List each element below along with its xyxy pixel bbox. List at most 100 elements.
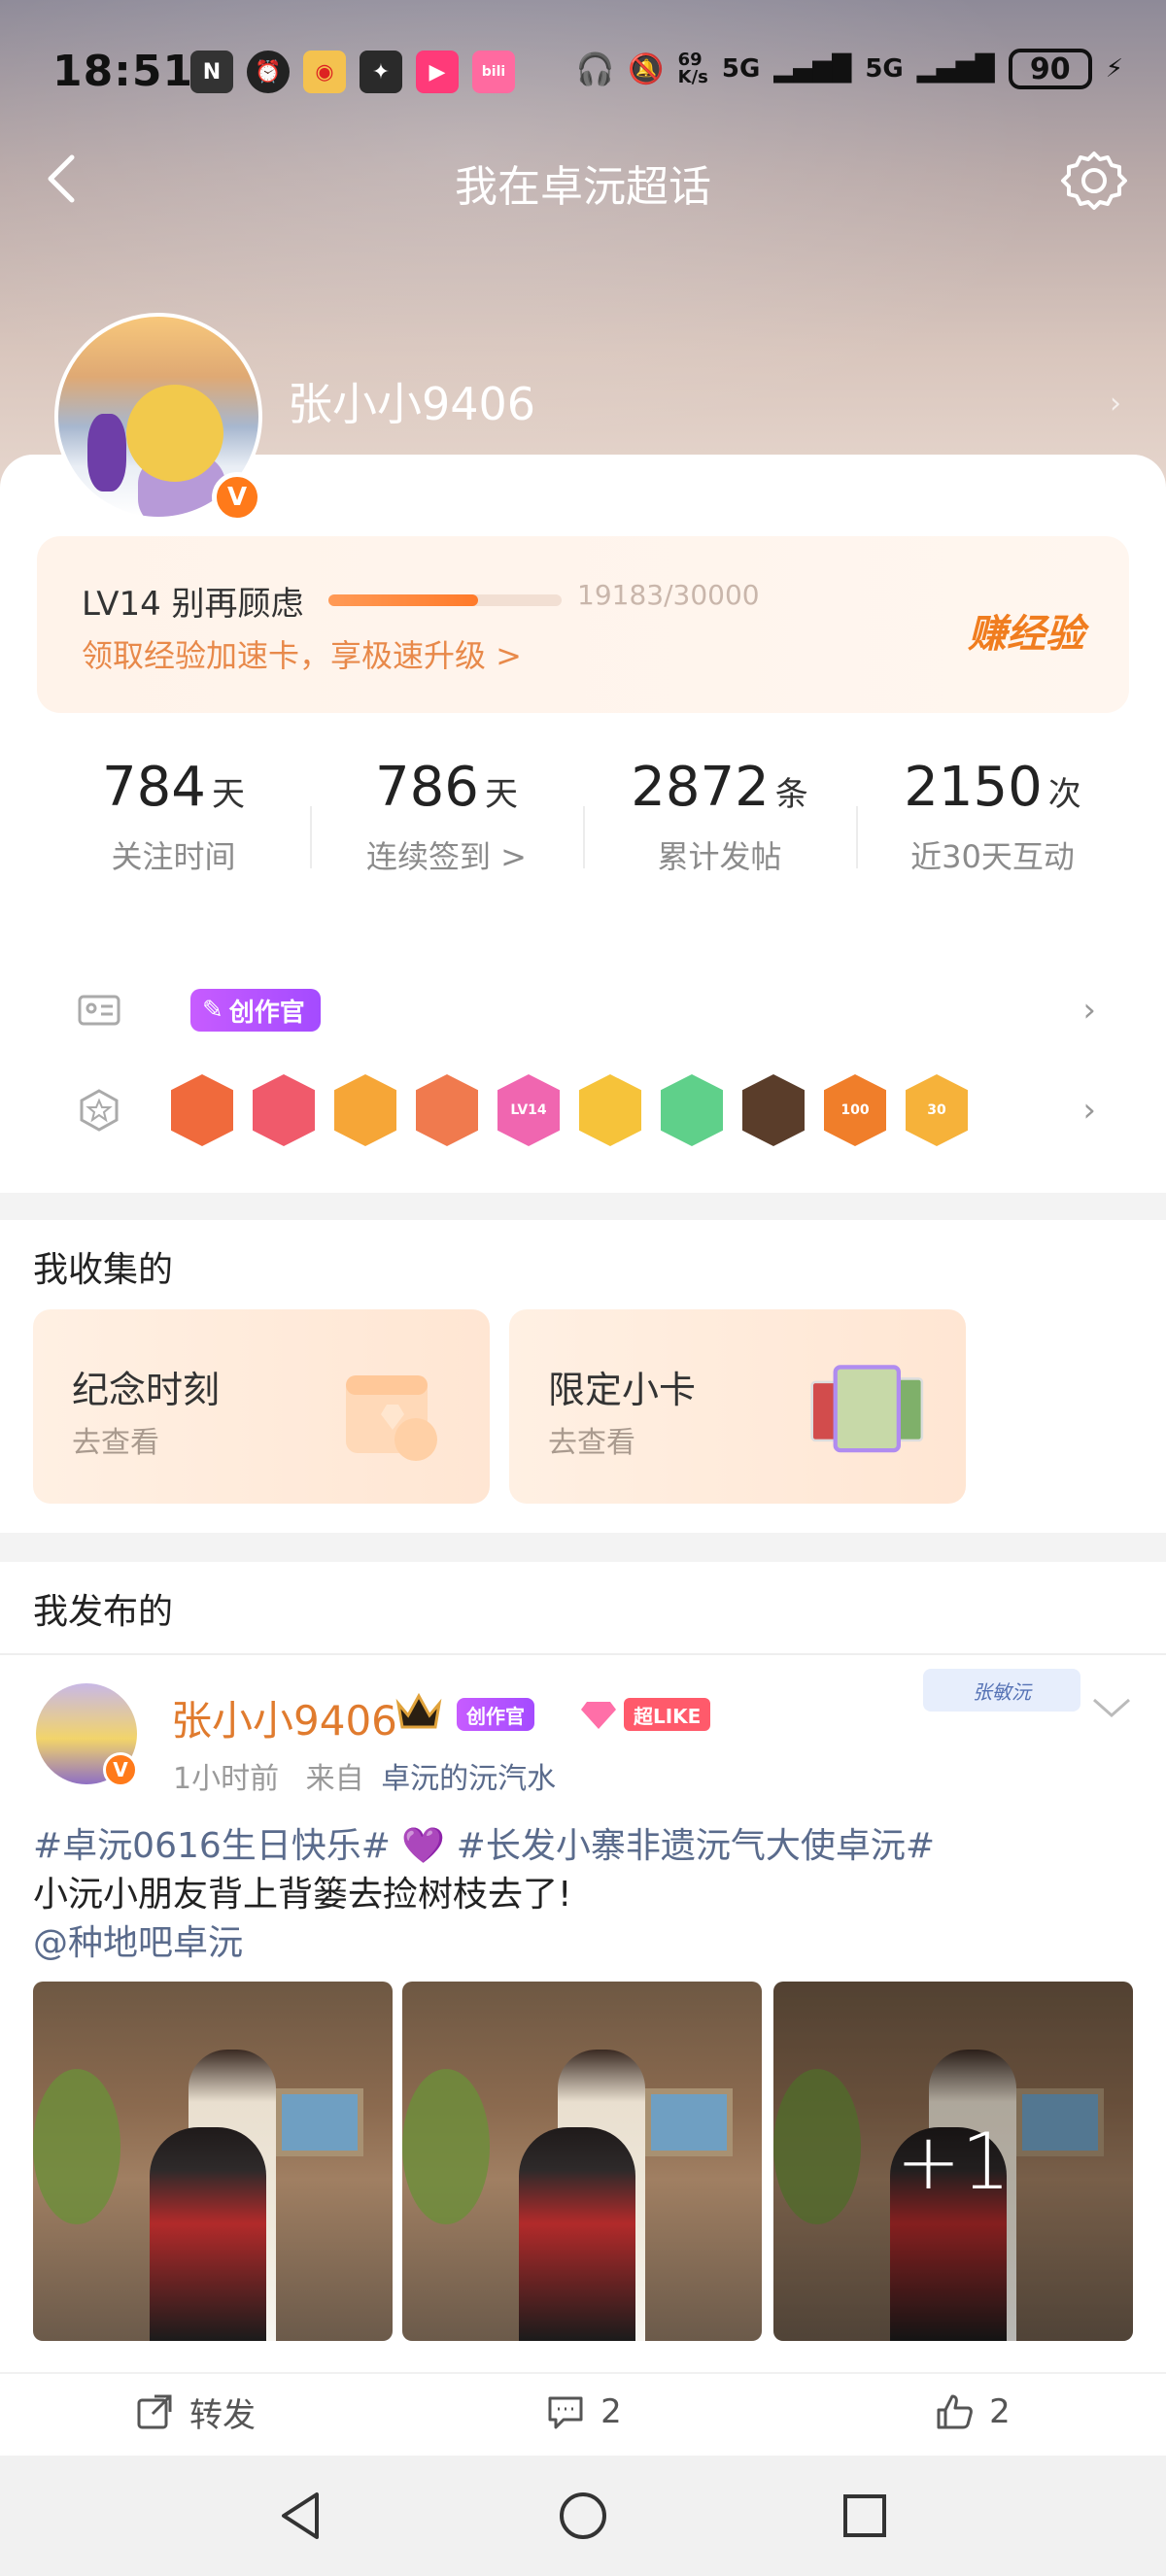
photo-figure-2 bbox=[519, 2127, 635, 2341]
card-subtitle: 去查看 bbox=[548, 1426, 635, 1460]
stats-row: 784 天 关注时间 786 天 连续签到 > 2872 条 累计发帖 2150 次 近… bbox=[37, 756, 1129, 901]
medal-list: LV14 100 30 bbox=[171, 1074, 968, 1146]
stat-unit: 天 bbox=[484, 775, 518, 814]
nav-home-icon[interactable] bbox=[554, 2487, 612, 2545]
stat-value: 2150 bbox=[904, 756, 1043, 819]
mute-icon: 🔕 bbox=[628, 51, 665, 86]
post-actions: 转发 2 2 bbox=[0, 2372, 1166, 2450]
bilibili-icon: bili bbox=[472, 51, 515, 93]
like-button[interactable]: 2 bbox=[777, 2374, 1166, 2450]
signal-5g-2: 5G bbox=[865, 54, 904, 84]
divider bbox=[0, 1653, 1166, 1655]
stat-unit: 条 bbox=[774, 775, 808, 814]
photo-leaves bbox=[402, 2069, 490, 2224]
status-right: 🎧 🔕 69 K/s 5G ▂▄▆█ 5G ▂▄▆█ 90 ⚡ bbox=[575, 49, 1123, 89]
system-nav-bar bbox=[0, 2456, 1166, 2576]
post-body: #卓沅0616生日快乐# 💜 #长发小寨非遗沅气大使卓沅# 小沅小朋友背上背篓去… bbox=[33, 1822, 1141, 1968]
page-title: 我在卓沅超话 bbox=[455, 162, 711, 212]
medal-badge bbox=[334, 1074, 396, 1146]
limited-cards-card[interactable]: 限定小卡 去查看 bbox=[509, 1309, 966, 1504]
nav-recents-icon[interactable] bbox=[836, 2487, 894, 2545]
signal-bars-icon-2: ▂▄▆█ bbox=[916, 54, 995, 84]
photo-leaves bbox=[33, 2069, 120, 2224]
verified-badge: V bbox=[212, 472, 262, 523]
photo-window bbox=[276, 2088, 363, 2156]
card-title: 限定小卡 bbox=[548, 1369, 697, 1411]
post-mention[interactable]: @种地吧卓沅 bbox=[33, 1919, 1141, 1968]
medal-badge: 30 bbox=[906, 1074, 968, 1146]
medal-badge bbox=[742, 1074, 805, 1146]
network-speed: 69 K/s bbox=[677, 50, 708, 87]
status-time: 18:51 bbox=[52, 47, 194, 96]
stat-total-posts: 2872 条 累计发帖 bbox=[583, 756, 856, 901]
headphones-icon: 🎧 bbox=[575, 51, 615, 87]
photo-window bbox=[645, 2088, 733, 2156]
gear-icon bbox=[1061, 152, 1127, 210]
more-photos-overlay: +1 bbox=[773, 1982, 1133, 2341]
comment-button[interactable]: 2 bbox=[389, 2374, 777, 2450]
post-time: 1小时前 bbox=[173, 1762, 280, 1796]
verified-badge: V bbox=[103, 1752, 138, 1787]
chevron-right-icon: › bbox=[1082, 1091, 1096, 1130]
video-app-icon: ▶ bbox=[416, 51, 459, 93]
medal-badge bbox=[416, 1074, 478, 1146]
post-source[interactable]: 卓沅的沅汽水 bbox=[381, 1762, 556, 1796]
level-label: LV14 别再顾虑 bbox=[82, 585, 304, 624]
badges-card: ✎ 创作官 › LV14 100 30 › bbox=[37, 944, 1129, 1164]
chevron-down-icon[interactable] bbox=[1090, 1694, 1133, 1721]
stat-unit: 天 bbox=[211, 775, 245, 814]
nav-back-icon[interactable] bbox=[272, 2487, 330, 2545]
chevron-right-icon: › bbox=[1082, 991, 1096, 1030]
card-subtitle: 去查看 bbox=[72, 1426, 159, 1460]
medals-row[interactable]: LV14 100 30 › bbox=[76, 1067, 1096, 1154]
level-progress-bar bbox=[328, 594, 562, 606]
post-photo-2[interactable] bbox=[402, 1982, 762, 2341]
comment-count: 2 bbox=[600, 2392, 622, 2431]
charging-icon: ⚡ bbox=[1105, 54, 1123, 84]
stat-checkin-days[interactable]: 786 天 连续签到 > bbox=[310, 756, 583, 901]
signal-bars-icon: ▂▄▆█ bbox=[773, 54, 852, 84]
post-from-label: 来自 bbox=[305, 1762, 364, 1796]
settings-button[interactable] bbox=[1059, 146, 1129, 216]
medal-badge bbox=[579, 1074, 641, 1146]
stat-interactions: 2150 次 近30天互动 bbox=[856, 756, 1129, 901]
level-exp-text: 19183/30000 bbox=[577, 579, 760, 611]
my-posts-section: 我发布的 V 张小小9406 创作官 超LIKE 1小时前 来自 卓沅的沅汽水 … bbox=[0, 1562, 1166, 2456]
stat-value: 786 bbox=[375, 756, 479, 819]
post-photo-1[interactable] bbox=[33, 1982, 393, 2341]
notification-icons: N ⏰ ◉ ✦ ▶ bili bbox=[190, 51, 515, 93]
chevron-right-icon[interactable]: › bbox=[1110, 387, 1121, 421]
repost-icon bbox=[137, 2394, 172, 2429]
signal-5g-1: 5G bbox=[721, 54, 761, 84]
post-photo-3[interactable]: +1 bbox=[773, 1982, 1133, 2341]
top-nav: 我在卓沅超话 bbox=[0, 136, 1166, 223]
identity-row[interactable]: ✎ 创作官 › bbox=[76, 985, 1096, 1035]
medal-badge bbox=[661, 1074, 723, 1146]
crown-icon bbox=[395, 1692, 442, 1729]
like-count: 2 bbox=[989, 2392, 1011, 2431]
level-card[interactable]: LV14 别再顾虑 19183/30000 领取经验加速卡，享极速升级 > 赚经… bbox=[37, 536, 1129, 713]
photo-cards-icon bbox=[810, 1365, 924, 1453]
collection-section: 我收集的 纪念时刻 去查看 限定小卡 去查看 bbox=[0, 1220, 1166, 1533]
post-hashtags[interactable]: #卓沅0616生日快乐# 💜 #长发小寨非遗沅气大使卓沅# bbox=[33, 1822, 1141, 1871]
signature-badge: 张敏沅 bbox=[923, 1669, 1080, 1712]
post-text: 小沅小朋友背上背篓去捡树枝去了! bbox=[33, 1875, 572, 1915]
memorial-moments-card[interactable]: 纪念时刻 去查看 bbox=[33, 1309, 490, 1504]
stat-follow-days: 784 天 关注时间 bbox=[37, 756, 310, 901]
repost-button[interactable]: 转发 bbox=[0, 2374, 389, 2450]
medal-outline-icon bbox=[80, 1089, 119, 1132]
creator-tag-label: 创作官 bbox=[228, 998, 305, 1028]
post-author-name[interactable]: 张小小9406 bbox=[171, 1688, 397, 1747]
creator-icon: ✎ bbox=[202, 996, 223, 1025]
profile-username[interactable]: 张小小9406 bbox=[288, 369, 535, 433]
stat-label: 关注时间 bbox=[111, 838, 236, 875]
card-title: 纪念时刻 bbox=[72, 1369, 221, 1411]
stat-label: 累计发帖 bbox=[657, 838, 782, 875]
post-meta: 1小时前 来自 卓沅的沅汽水 bbox=[173, 1754, 556, 1797]
id-card-icon bbox=[78, 995, 120, 1026]
super-like-tag: 超LIKE bbox=[624, 1698, 711, 1731]
stat-value: 784 bbox=[102, 756, 206, 819]
earn-exp-button[interactable]: 赚经验 bbox=[968, 602, 1084, 659]
thumbs-up-icon bbox=[937, 2394, 974, 2429]
exp-card-promo-link[interactable]: 领取经验加速卡，享极速升级 > bbox=[82, 631, 522, 676]
